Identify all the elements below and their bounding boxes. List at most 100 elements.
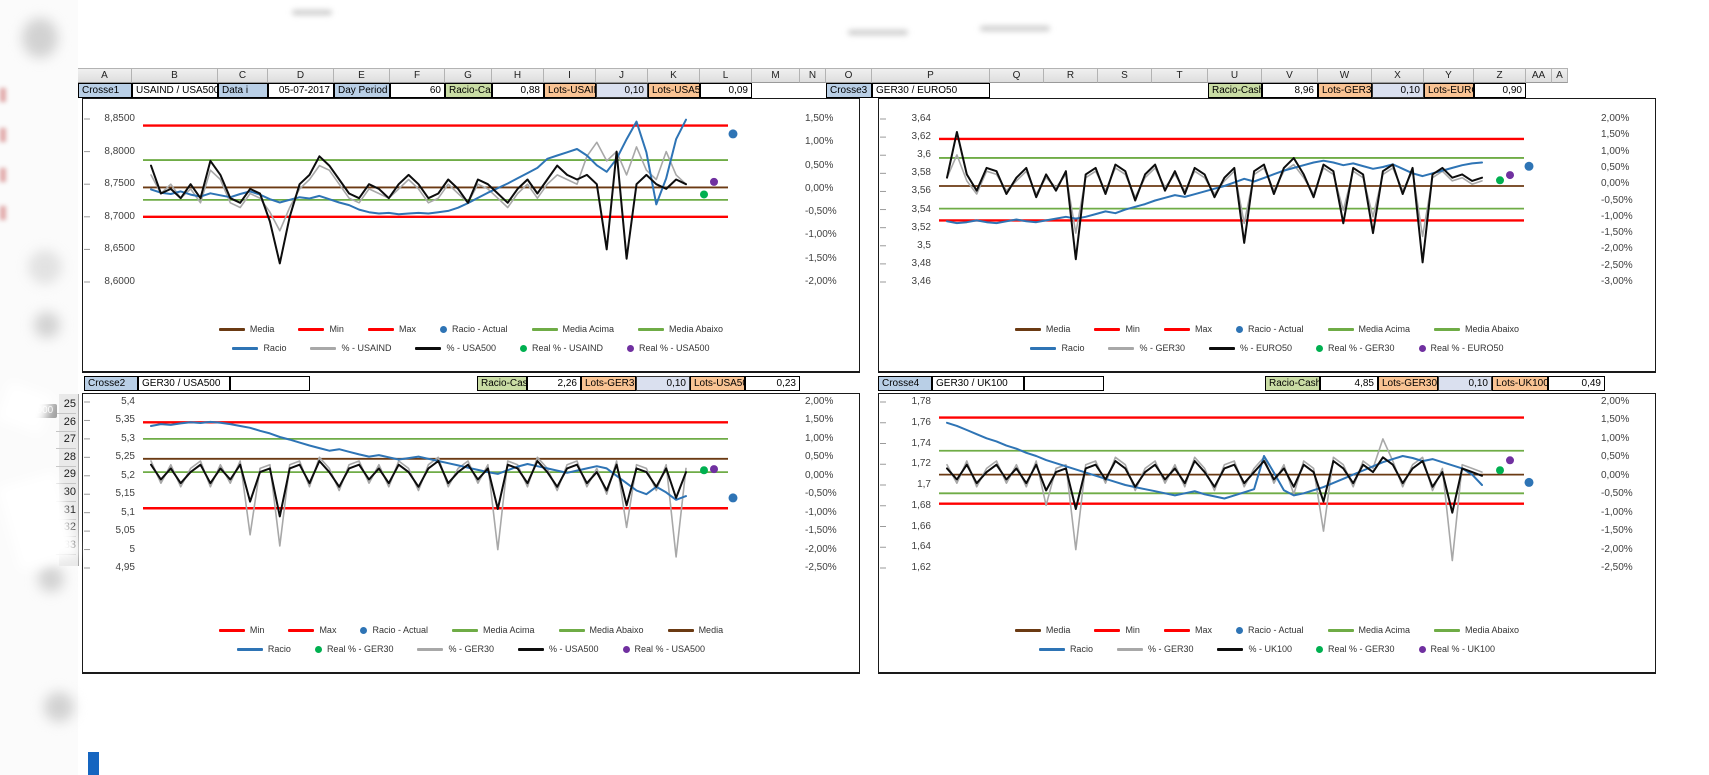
legend-label: Max — [1194, 625, 1212, 635]
cell-data-i[interactable]: Data i — [218, 83, 268, 98]
cell-lots-usain[interactable]: Lots-USAIN — [544, 83, 596, 98]
cell-racio-cash[interactable]: Racio-Cash — [1265, 376, 1320, 391]
chart-crosse1[interactable]: 8,8500 8,8000 8,7500 8,7000 8,6500 8,6000 1,50… — [82, 98, 860, 373]
column-header-f-5[interactable]: F — [390, 68, 445, 83]
blur-artifact — [292, 10, 332, 15]
column-header-m-12[interactable]: M — [752, 68, 800, 83]
legend-label: Min — [329, 324, 344, 334]
column-header-i-8[interactable]: I — [544, 68, 596, 83]
cell-ger30-euro50[interactable]: GER30 / EURO50 — [872, 83, 990, 98]
legend-item-usaind: % - USAIND — [310, 343, 391, 353]
legend-label: % - UK100 — [1248, 644, 1292, 654]
column-header-c-2[interactable]: C — [218, 68, 268, 83]
column-header-d-3[interactable]: D — [268, 68, 334, 83]
dot-real-ger30 — [1496, 466, 1504, 475]
legend-line-swatch — [1163, 327, 1190, 331]
cell-racio-cash[interactable]: Racio-Cash — [1208, 83, 1262, 98]
cell-lots-ger30[interactable]: Lots-GER30 — [1318, 83, 1372, 98]
legend-item-uk100: % - UK100 — [1217, 644, 1292, 654]
column-header-b-1[interactable]: B — [132, 68, 218, 83]
column-header-y-24[interactable]: Y — [1424, 68, 1474, 83]
column-header-x-23[interactable]: X — [1372, 68, 1424, 83]
column-header-l-11[interactable]: L — [700, 68, 752, 83]
cell-lots-usa50[interactable]: Lots-USA50 — [690, 376, 745, 391]
legend-item-ger30: % - GER30 — [1108, 343, 1185, 353]
column-header-s-18[interactable]: S — [1098, 68, 1152, 83]
cell-05-07-2017[interactable]: 05-07-2017 — [268, 83, 334, 98]
series-usa500 — [150, 150, 687, 265]
cell-4-85[interactable]: 4,85 — [1320, 376, 1378, 391]
cell-crosse2[interactable]: Crosse2 — [84, 376, 138, 391]
legend-label: Media Abaixo — [1465, 324, 1520, 334]
column-header-a-0[interactable]: A — [78, 68, 132, 83]
cell-lots-euro5[interactable]: Lots-EURO5 — [1424, 83, 1474, 98]
row-header-28[interactable]: 28 — [56, 449, 76, 467]
cell-lots-ger30[interactable]: Lots-GER30 — [581, 376, 636, 391]
column-header-g-6[interactable]: G — [445, 68, 492, 83]
cell-crosse3[interactable]: Crosse3 — [826, 83, 872, 98]
cell-empty[interactable] — [230, 376, 310, 391]
legend-line-swatch — [1038, 647, 1065, 651]
cell-ger30-usa500[interactable]: GER30 / USA500 — [138, 376, 230, 391]
column-header-t-19[interactable]: T — [1152, 68, 1208, 83]
legend-row-1: Media Min Max Racio - Actual Media Acima Medi… — [889, 625, 1645, 635]
cell-0-10[interactable]: 0,10 — [636, 376, 690, 391]
cell-0-10[interactable]: 0,10 — [1438, 376, 1492, 391]
chart-crosse3[interactable]: 3,64 3,62 3,6 3,58 3,56 3,54 3,52 3,5 3,48 3,46 2,… — [878, 98, 1656, 373]
legend-item-ger30: % - GER30 — [417, 644, 494, 654]
column-header-z-25[interactable]: Z — [1474, 68, 1526, 83]
cell-racio-cash[interactable]: Racio-Cash — [477, 376, 527, 391]
column-header-w-22[interactable]: W — [1318, 68, 1372, 83]
row-header-27[interactable]: 27 — [56, 431, 76, 450]
column-header-k-10[interactable]: K — [648, 68, 700, 83]
cell-crosse4[interactable]: Crosse4 — [878, 376, 932, 391]
cell-day-period[interactable]: Day Period — [334, 83, 390, 98]
column-header-v-21[interactable]: V — [1262, 68, 1318, 83]
column-header-q-16[interactable]: Q — [990, 68, 1044, 83]
column-header-r-17[interactable]: R — [1044, 68, 1098, 83]
cell-empty[interactable] — [1024, 376, 1104, 391]
legend-line-swatch — [1217, 647, 1244, 651]
legend-label: Media Acima — [482, 625, 535, 635]
column-header-u-20[interactable]: U — [1208, 68, 1262, 83]
chart-crosse4[interactable]: 1,78 1,76 1,74 1,72 1,7 1,68 1,66 1,64 1,62 2,00%… — [878, 393, 1656, 674]
legend-row-2: Racio % - USAIND % - USA500 Real % - USAIND… — [93, 343, 849, 353]
cell-0-10[interactable]: 0,10 — [596, 83, 648, 98]
cell-lots-uk100[interactable]: Lots-UK100 — [1492, 376, 1548, 391]
row-header-25[interactable]: 25 — [56, 396, 76, 414]
cell-ger30-uk100[interactable]: GER30 / UK100 — [932, 376, 1024, 391]
cell-0-09[interactable]: 0,09 — [700, 83, 752, 98]
column-header-aa-26[interactable]: AA — [1526, 68, 1552, 83]
column-header-a-27[interactable]: A — [1552, 68, 1568, 83]
row-header-29[interactable]: 29 — [56, 466, 76, 485]
chart-crosse2[interactable]: 5,4 5,35 5,3 5,25 5,2 5,15 5,1 5,05 5 4,95 2,00% 1,… — [82, 393, 860, 674]
cell-0-23[interactable]: 0,23 — [745, 376, 800, 391]
cell-60[interactable]: 60 — [390, 83, 445, 98]
legend-label: Media — [698, 625, 724, 635]
cell-racio-cash[interactable]: Racio-Cash — [445, 83, 492, 98]
cell-lots-ger30[interactable]: Lots-GER30 — [1378, 376, 1438, 391]
row-header-26[interactable]: 26 — [56, 414, 76, 432]
legend-dot-swatch — [1316, 645, 1323, 653]
legend-row-2: Racio % - GER30 % - UK100 Real % - GER30 Rea… — [889, 644, 1645, 654]
cell-lots-usa50[interactable]: Lots-USA50 — [648, 83, 700, 98]
cell-0-88[interactable]: 0,88 — [492, 83, 544, 98]
legend-item-media: Media — [218, 324, 274, 334]
cell-crosse1[interactable]: Crosse1 — [78, 83, 132, 98]
column-header-o-14[interactable]: O — [826, 68, 872, 83]
cell-0-90[interactable]: 0,90 — [1474, 83, 1526, 98]
cell-0-10[interactable]: 0,10 — [1372, 83, 1424, 98]
column-header-p-15[interactable]: P — [872, 68, 990, 83]
cell-8-96[interactable]: 8,96 — [1262, 83, 1318, 98]
legend-label: Racio — [1069, 644, 1093, 654]
legend-label: Media Acima — [1358, 625, 1411, 635]
cell-2-26[interactable]: 2,26 — [527, 376, 581, 391]
legend-item-media-abaixo: Media Abaixo — [1434, 324, 1519, 334]
cell-0-49[interactable]: 0,49 — [1548, 376, 1605, 391]
column-header-h-7[interactable]: H — [492, 68, 544, 83]
cell-usaind-usa500[interactable]: USAIND / USA500 — [132, 83, 218, 98]
column-header-j-9[interactable]: J — [596, 68, 648, 83]
column-header-e-4[interactable]: E — [334, 68, 390, 83]
column-header-n-13[interactable]: N — [800, 68, 826, 83]
legend-item-min: Min — [298, 324, 344, 334]
